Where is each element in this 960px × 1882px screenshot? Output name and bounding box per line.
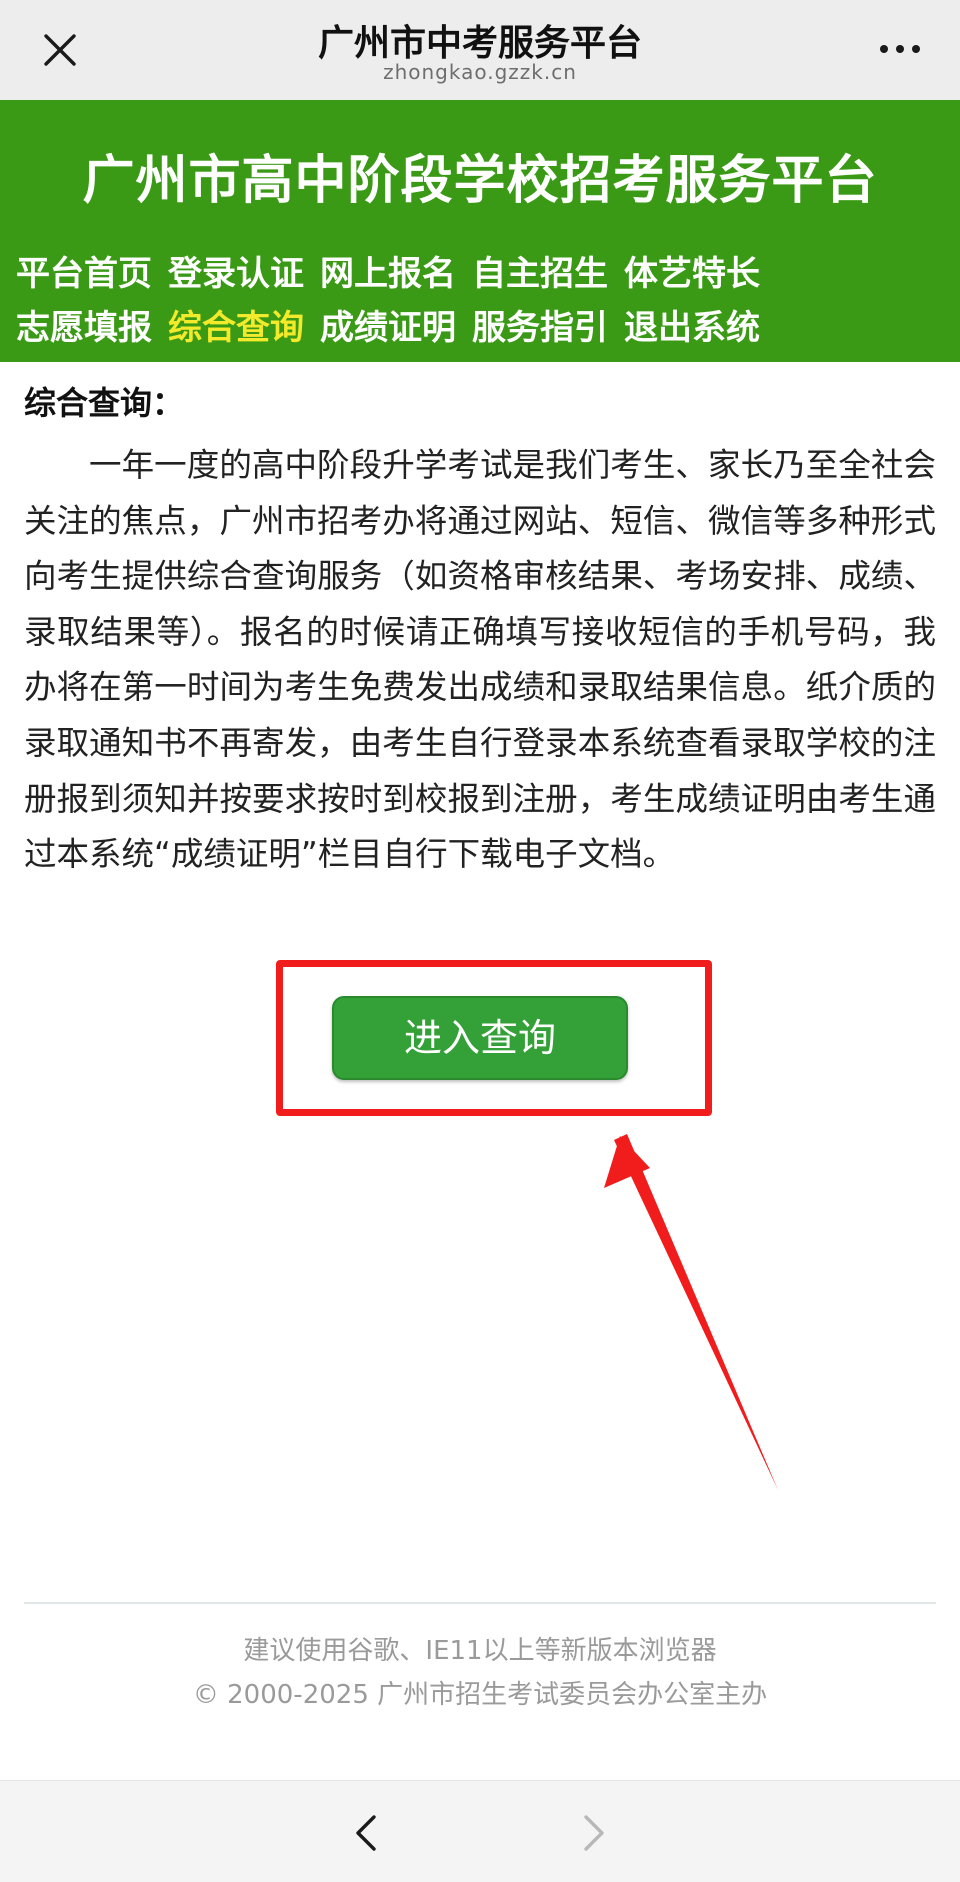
footer-divider [24,1602,936,1604]
red-arrow-annotation [604,1134,778,1490]
chevron-left-icon[interactable] [350,1811,382,1855]
footer-copyright: © 2000-2025 广州市招生考试委员会办公室主办 [192,1680,768,1710]
footer-browser-note: 建议使用谷歌、IE11以上等新版本浏览器 [243,1636,717,1666]
chevron-right-icon [584,1815,604,1851]
browser-bottom-bar [0,1780,960,1882]
arrow-shaft [614,1134,778,1490]
